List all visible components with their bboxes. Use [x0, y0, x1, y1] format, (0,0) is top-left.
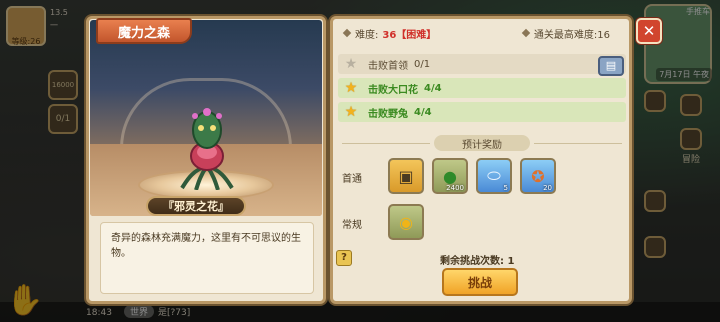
flower-monster-icon	[180, 108, 234, 190]
expected-rewards-title: 预计奖励	[434, 135, 530, 151]
boss-preview-scene	[90, 20, 322, 216]
objective-row: ★ 击败大口花 4/4	[338, 78, 626, 98]
objective-text: 击败大口花	[368, 84, 418, 96]
close-icon: ✕	[642, 22, 656, 40]
reward-item-slot[interactable]: ▣	[388, 158, 424, 194]
objective-count: 4/4	[414, 106, 432, 118]
star-filled-icon: ★	[344, 104, 358, 120]
diamond-bullet-icon	[521, 28, 531, 38]
regular-label: 常规	[342, 220, 362, 231]
objective-count: 4/4	[424, 82, 442, 94]
item-quantity: 2400	[446, 184, 464, 192]
reward-item-slot[interactable]: ⬭ 5	[476, 158, 512, 194]
chest-icon: ▣	[398, 166, 414, 186]
item-quantity: 20	[543, 184, 552, 192]
objective-row: ★ 击败首领 0/1	[338, 54, 626, 74]
reward-chest-button[interactable]: ▤	[598, 56, 624, 76]
chest-icon: ▤	[605, 59, 617, 72]
divider	[534, 143, 622, 144]
reward-item-slot[interactable]: ◉	[388, 204, 424, 240]
medal-icon: ✪	[531, 166, 545, 186]
star-filled-icon: ★	[344, 80, 358, 96]
challenge-button[interactable]: 挑战	[442, 268, 518, 296]
question-icon: ?	[341, 252, 347, 263]
dungeon-title: 魔力之森	[96, 18, 192, 44]
item-quantity: 5	[503, 184, 508, 192]
diamond-bullet-icon	[342, 28, 352, 38]
star-empty-icon: ★	[344, 56, 358, 72]
objective-text: 击败首领	[368, 60, 408, 72]
difficulty-header: 难度: 36【困难】 通关最高难度:16	[336, 22, 626, 44]
objective-row: ★ 击败野兔 4/4	[338, 102, 626, 122]
capsule-icon: ⬭	[487, 166, 501, 185]
dungeon-description: 奇异的森林充满魔力，这里有不可思议的生物。	[100, 222, 314, 294]
green-orb-icon: ●	[443, 166, 457, 186]
objective-count: 0/1	[414, 58, 431, 70]
reward-item-slot[interactable]: ● 2400	[432, 158, 468, 194]
reward-item-slot[interactable]: ✪ 20	[520, 158, 556, 194]
first-clear-label: 首通	[342, 174, 362, 185]
gold-coin-icon: ◉	[399, 212, 413, 232]
remaining-attempts: 剩余挑战次数: 1	[440, 256, 515, 267]
difficulty-value: 36【困难】	[382, 29, 437, 41]
objective-text: 击败野兔	[368, 108, 408, 120]
boss-name: 『邪灵之花』	[146, 196, 246, 216]
difficulty-label: 难度:	[355, 29, 379, 41]
max-cleared-difficulty: 通关最高难度:16	[533, 29, 610, 41]
help-button[interactable]: ?	[336, 250, 352, 266]
divider	[342, 143, 430, 144]
close-button[interactable]: ✕	[636, 18, 662, 44]
